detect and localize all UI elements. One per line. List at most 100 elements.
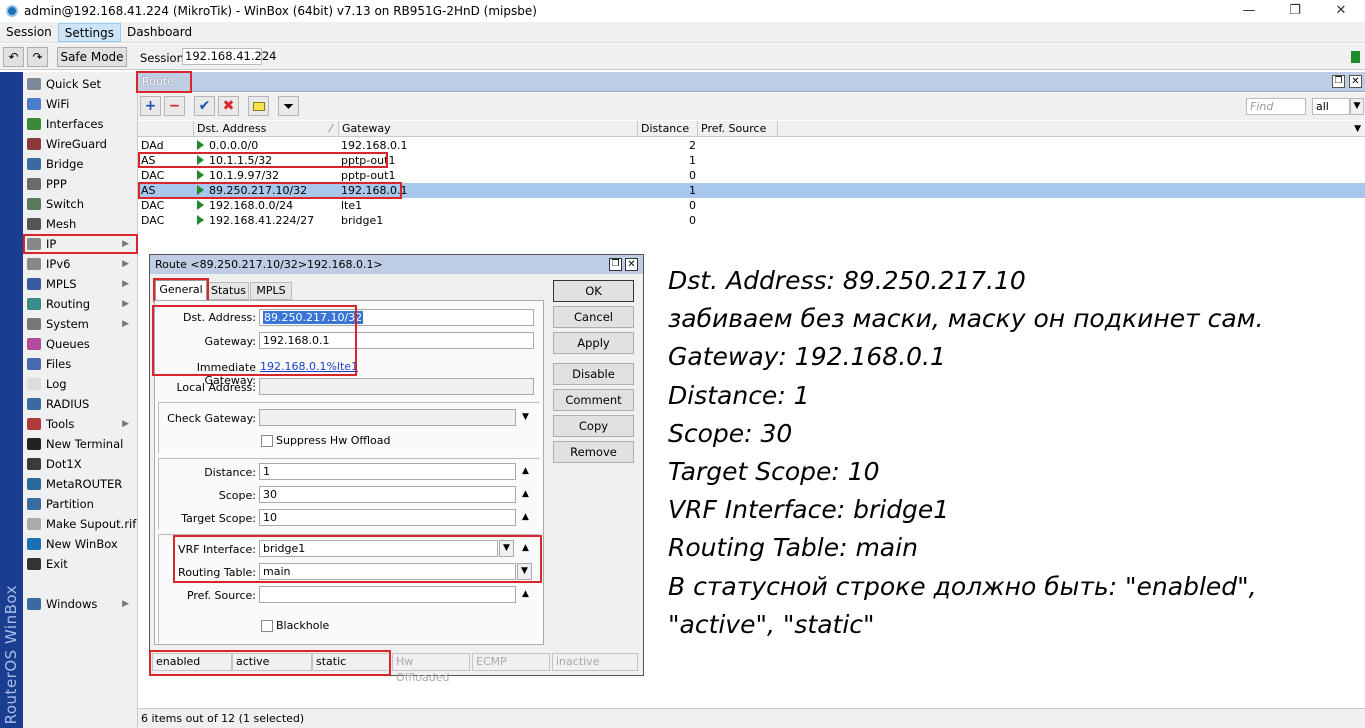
- sidebar-item-make-supout-rif[interactable]: Make Supout.rif: [23, 514, 137, 534]
- sidebar-item-ipv6[interactable]: IPv6 ▶: [23, 254, 137, 274]
- tab-mpls[interactable]: MPLS: [250, 282, 292, 300]
- note-line: Target Scope: 10: [668, 457, 880, 487]
- sidebar-item-files[interactable]: Files: [23, 354, 137, 374]
- sidebar-item-metarouter[interactable]: MetaROUTER: [23, 474, 137, 494]
- sidebar-item-mesh[interactable]: Mesh: [23, 214, 137, 234]
- sidebar-item-routing[interactable]: Routing ▶: [23, 294, 137, 314]
- add-icon[interactable]: +: [140, 96, 161, 116]
- target-scope-collapse-icon[interactable]: ▲: [522, 512, 529, 522]
- table-row[interactable]: DAC 10.1.9.97/32 pptp-out1 0: [138, 168, 1365, 183]
- note-line: Scope: 30: [668, 418, 793, 448]
- session-field: 192.168.41.224: [182, 48, 276, 65]
- disable-button[interactable]: Disable: [553, 363, 634, 385]
- col-gateway[interactable]: Gateway: [339, 121, 638, 137]
- disable-icon[interactable]: ✖: [218, 96, 239, 116]
- col-flags[interactable]: [138, 121, 194, 137]
- ok-button[interactable]: OK: [553, 280, 634, 302]
- sidebar-item-partition[interactable]: Partition: [23, 494, 137, 514]
- sidebar-item-label: Windows: [46, 597, 98, 611]
- table-row[interactable]: DAC 192.168.0.0/24 lte1 0: [138, 198, 1365, 213]
- sidebar-item-bridge[interactable]: Bridge: [23, 154, 137, 174]
- tab-status[interactable]: Status: [208, 282, 249, 300]
- filter-select[interactable]: all: [1312, 98, 1350, 115]
- mpls-icon: [27, 278, 41, 290]
- sidebar-item-mpls[interactable]: MPLS ▶: [23, 274, 137, 294]
- scope-collapse-icon[interactable]: ▲: [522, 489, 529, 499]
- restore-icon[interactable]: ❐: [1332, 75, 1345, 88]
- cancel-button[interactable]: Cancel: [553, 306, 634, 328]
- switch-icon: [27, 198, 41, 210]
- col-dst-address[interactable]: Dst. Address ⁄: [194, 121, 339, 137]
- sidebar-item-new-winbox[interactable]: New WinBox: [23, 534, 137, 554]
- cell-distance-text: 0: [689, 199, 696, 212]
- suppress-hw-offload-checkbox[interactable]: [261, 435, 273, 447]
- blackhole-checkbox[interactable]: [261, 620, 273, 632]
- cell-distance: 2: [638, 138, 696, 153]
- pref-source-collapse-icon[interactable]: ▲: [522, 589, 529, 599]
- sidebar-item-log[interactable]: Log: [23, 374, 137, 394]
- cell-flags: DAC: [141, 168, 164, 183]
- table-row[interactable]: DAd 0.0.0.0/0 192.168.0.1 2: [138, 138, 1365, 153]
- table-row[interactable]: DAC 192.168.41.224/27 bridge1 0: [138, 213, 1365, 228]
- route-dialog-title: Route <89.250.217.10/32>192.168.0.1> ❐ ✕: [150, 255, 643, 274]
- menu-settings[interactable]: Settings: [57, 22, 122, 42]
- close-icon[interactable]: ✕: [1349, 75, 1362, 88]
- filter-icon[interactable]: ⏷: [278, 96, 299, 116]
- sidebar-item-queues[interactable]: Queues: [23, 334, 137, 354]
- distance-field[interactable]: 1: [259, 463, 516, 480]
- menu-dashboard[interactable]: Dashboard: [121, 23, 198, 42]
- radius-icon: [27, 398, 41, 410]
- sidebar-item-dot1x[interactable]: Dot1X: [23, 454, 137, 474]
- apply-button[interactable]: Apply: [553, 332, 634, 354]
- filter-dropdown-icon[interactable]: ▼: [1350, 98, 1364, 115]
- sidebar-item-label: MPLS: [46, 277, 77, 291]
- check-gateway-field[interactable]: [259, 409, 516, 426]
- route-table: Dst. Address ⁄ Gateway Distance Pref. Sou…: [138, 121, 1365, 229]
- sidebar-item-switch[interactable]: Switch: [23, 194, 137, 214]
- target-scope-field[interactable]: 10: [259, 509, 516, 526]
- sidebar-item-radius[interactable]: RADIUS: [23, 394, 137, 414]
- sidebar-item-interfaces[interactable]: Interfaces: [23, 114, 137, 134]
- cell-dst-address-text: 192.168.41.224/27: [209, 214, 315, 227]
- pref-source-field[interactable]: [259, 586, 516, 603]
- system-icon: [27, 318, 41, 330]
- comment-button[interactable]: Comment: [553, 389, 634, 411]
- sidebar-item-windows[interactable]: Windows ▶: [23, 594, 137, 614]
- sidebar-item-system[interactable]: System ▶: [23, 314, 137, 334]
- check-gateway-dropdown-icon[interactable]: ▼: [522, 412, 529, 422]
- undo-button[interactable]: ↶: [3, 47, 24, 67]
- cell-gateway: lte1: [341, 198, 362, 213]
- sidebar-item-wifi[interactable]: WiFi: [23, 94, 137, 114]
- sidebar-item-ppp[interactable]: PPP: [23, 174, 137, 194]
- cell-gateway-text: pptp-out1: [341, 169, 396, 182]
- remove-button[interactable]: Remove: [553, 441, 634, 463]
- col-distance[interactable]: Distance: [638, 121, 698, 137]
- scope-field[interactable]: 30: [259, 486, 516, 503]
- maximize-button[interactable]: ❐: [1281, 2, 1309, 20]
- find-input[interactable]: Find: [1246, 98, 1306, 115]
- menu-session[interactable]: Session: [0, 23, 58, 42]
- bridge-icon: [27, 158, 41, 170]
- sidebar-item-tools[interactable]: Tools ▶: [23, 414, 137, 434]
- dialog-close-icon[interactable]: ✕: [625, 258, 638, 271]
- sidebar-item-new-terminal[interactable]: New Terminal: [23, 434, 137, 454]
- sidebar-item-quick-set[interactable]: Quick Set: [23, 74, 137, 94]
- copy-button[interactable]: Copy: [553, 415, 634, 437]
- enable-icon[interactable]: ✔: [194, 96, 215, 116]
- status-highlight: [149, 650, 391, 676]
- close-button[interactable]: ✕: [1327, 2, 1355, 20]
- sidebar-item-exit[interactable]: Exit: [23, 554, 137, 574]
- distance-collapse-icon[interactable]: ▲: [522, 466, 529, 476]
- status-indicator: [1351, 51, 1360, 63]
- remove-icon[interactable]: −: [164, 96, 185, 116]
- columns-dropdown-icon[interactable]: ▼: [1354, 121, 1361, 137]
- dialog-restore-icon[interactable]: ❐: [609, 258, 622, 271]
- col-pref-source[interactable]: Pref. Source: [698, 121, 778, 137]
- minimize-button[interactable]: —: [1235, 2, 1263, 20]
- active-route-icon: [197, 170, 204, 180]
- redo-button[interactable]: ↷: [27, 47, 48, 67]
- sidebar-nav: Quick Set WiFi Interfaces WireGuard Bridge PP…: [23, 72, 138, 728]
- safe-mode-button[interactable]: Safe Mode: [57, 47, 127, 67]
- comment-icon[interactable]: [248, 96, 269, 116]
- sidebar-item-wireguard[interactable]: WireGuard: [23, 134, 137, 154]
